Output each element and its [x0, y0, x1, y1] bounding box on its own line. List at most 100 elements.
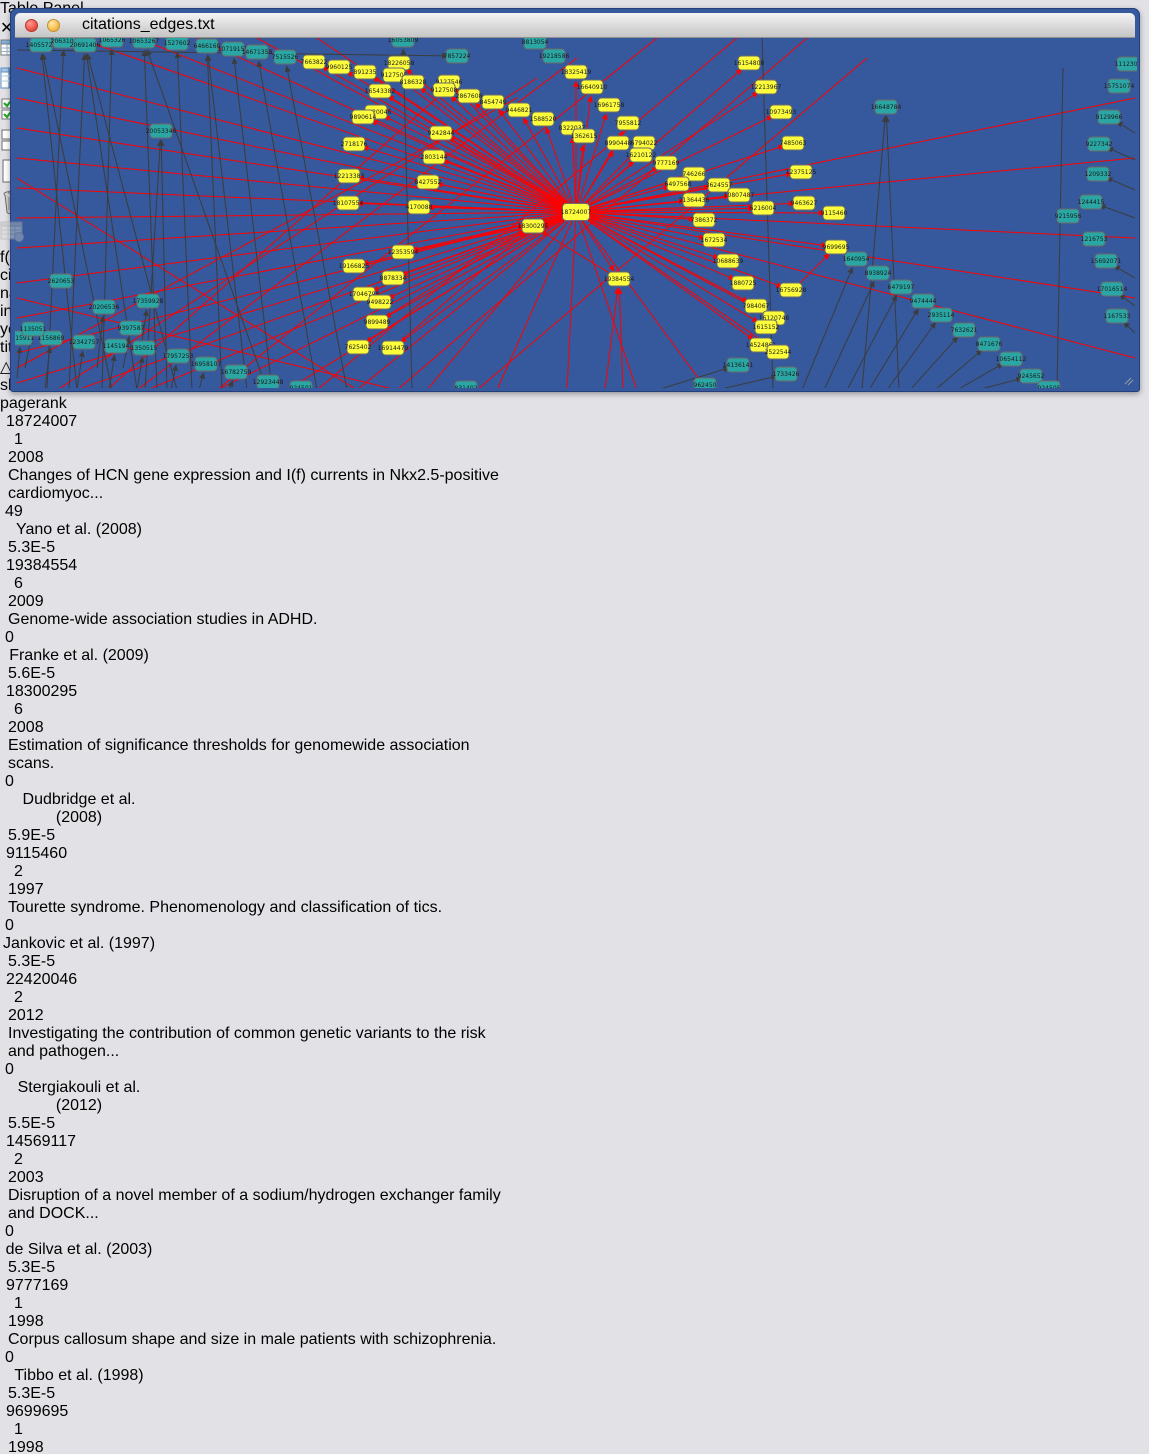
- graph-node[interactable]: 14671358: [242, 45, 273, 59]
- graph-node[interactable]: 7955812: [615, 116, 642, 130]
- graph-node[interactable]: 2867608: [456, 89, 483, 103]
- graph-node[interactable]: 16782759: [221, 365, 252, 379]
- graph-node[interactable]: 17359928: [133, 294, 164, 308]
- graph-node[interactable]: 1615152: [753, 320, 780, 334]
- graph-node[interactable]: 20053346: [146, 124, 177, 138]
- column-header-pagerank[interactable]: pagerank: [0, 395, 124, 413]
- graph-node[interactable]: 1112304: [1115, 57, 1137, 71]
- graph-node[interactable]: 16958107: [191, 357, 222, 371]
- close-window-button[interactable]: [25, 19, 38, 32]
- table-row[interactable]: 1872400712008Changes of HCN gene express…: [0, 413, 1149, 557]
- graph-node[interactable]: 10653267: [129, 38, 160, 48]
- graph-node[interactable]: 7663822: [301, 55, 328, 69]
- graph-node[interactable]: 1880725: [730, 276, 757, 290]
- graph-node[interactable]: 10688639: [713, 254, 744, 268]
- zoom-window-button[interactable]: [69, 19, 82, 32]
- graph-node[interactable]: 12375125: [786, 165, 817, 179]
- graph-node[interactable]: 10973493: [766, 105, 797, 119]
- graph-node[interactable]: 9129966: [1096, 110, 1123, 124]
- graph-node[interactable]: 8471676: [976, 337, 1003, 351]
- table-row[interactable]: 1456911722003Disruption of a novel membe…: [0, 1133, 1149, 1277]
- graph-node[interactable]: 16543382: [365, 84, 396, 98]
- graph-node[interactable]: 1640954: [843, 252, 870, 266]
- graph-node[interactable]: 9498222: [367, 295, 394, 309]
- graph-node[interactable]: 19166825: [339, 259, 370, 273]
- graph-node[interactable]: 9960125: [326, 60, 353, 74]
- network-canvas[interactable]: 1405572420631042069140610653261065326715…: [15, 38, 1135, 393]
- graph-node[interactable]: 1733426: [773, 367, 800, 381]
- graph-node[interactable]: 8427552: [415, 175, 442, 189]
- graph-node[interactable]: 9215956: [1055, 209, 1082, 223]
- graph-node[interactable]: 6216004: [750, 201, 777, 215]
- graph-node[interactable]: 16640910: [577, 80, 608, 94]
- graph-node[interactable]: 7485063: [780, 136, 807, 150]
- graph-node[interactable]: 2803144: [421, 150, 448, 164]
- graph-node[interactable]: 1350515: [131, 341, 158, 355]
- graph-node[interactable]: 6466160: [194, 39, 221, 53]
- graph-node[interactable]: 1065326: [99, 38, 126, 47]
- graph-node[interactable]: 17016514: [1097, 282, 1128, 296]
- graph-node[interactable]: 6497568: [665, 177, 692, 191]
- graph-node[interactable]: 16053809: [388, 38, 419, 47]
- graph-node[interactable]: 17957253: [163, 349, 194, 363]
- graph-node[interactable]: 9899489: [364, 315, 391, 329]
- graph-node[interactable]: 7386372: [691, 213, 718, 227]
- graph-node[interactable]: 1145194: [103, 339, 130, 353]
- graph-node[interactable]: 891235: [354, 65, 377, 79]
- table-row[interactable]: 977716911998Corpus callosum shape and si…: [0, 1277, 1149, 1403]
- graph-node[interactable]: 1209332: [1085, 167, 1112, 181]
- graph-node[interactable]: 14136141: [723, 358, 754, 372]
- graph-node[interactable]: 1672534: [701, 233, 728, 247]
- graph-node[interactable]: 8878334: [380, 271, 407, 285]
- table-row[interactable]: 1830029562008Estimation of significance …: [0, 683, 1149, 845]
- graph-node[interactable]: 16914479: [378, 341, 409, 355]
- graph-node[interactable]: 12353594: [388, 245, 419, 259]
- table-row[interactable]: 2242004622012Investigating the contribut…: [0, 971, 1149, 1133]
- graph-node[interactable]: 7515526: [272, 50, 299, 64]
- graph-node[interactable]: 20691406: [70, 38, 101, 52]
- graph-node[interactable]: 1167533: [1104, 309, 1131, 323]
- graph-node[interactable]: 1216753: [1081, 232, 1108, 246]
- graph-node[interactable]: 4170088: [406, 200, 433, 214]
- graph-node[interactable]: 9127508: [431, 83, 458, 97]
- graph-node[interactable]: 1362615: [571, 129, 598, 143]
- graph-node[interactable]: 12342757: [69, 335, 100, 349]
- graph-node[interactable]: 831402: [455, 381, 478, 388]
- graph-node[interactable]: 2522544: [765, 345, 792, 359]
- graph-node[interactable]: 9446821: [506, 103, 533, 117]
- graph-node[interactable]: 18107554: [333, 196, 364, 210]
- graph-node[interactable]: 9777169: [653, 156, 680, 170]
- graph-node[interactable]: 16154808: [734, 56, 765, 70]
- table-row[interactable]: 911546021997Tourette syndrome. Phenomeno…: [0, 845, 1149, 971]
- graph-node[interactable]: 18300295: [518, 219, 549, 233]
- graph-node[interactable]: 10654112: [996, 352, 1027, 366]
- table-row[interactable]: 969969511998Structural magnetic resonanc…: [0, 1403, 1149, 1454]
- graph-node[interactable]: 924505: [1038, 381, 1061, 388]
- graph-node[interactable]: 9474444: [910, 294, 937, 308]
- graph-node[interactable]: 1135051: [20, 322, 47, 336]
- graph-node[interactable]: 924501: [290, 381, 313, 388]
- graph-node[interactable]: 9699695: [823, 240, 850, 254]
- graph-node[interactable]: 12923448: [253, 375, 284, 388]
- graph-node[interactable]: 16648784: [871, 100, 902, 114]
- graph-node[interactable]: 8938924: [865, 266, 892, 280]
- graph-node[interactable]: 7625402: [345, 340, 372, 354]
- graph-node[interactable]: 2935114: [928, 308, 955, 322]
- graph-node[interactable]: 16756928: [776, 283, 807, 297]
- graph-node[interactable]: 16961758: [594, 98, 625, 112]
- graph-node[interactable]: 15751074: [1104, 79, 1135, 93]
- graph-node[interactable]: 9397587: [118, 321, 145, 335]
- graph-node[interactable]: 9115460: [821, 206, 848, 220]
- graph-node[interactable]: 1527602: [164, 38, 191, 50]
- graph-node[interactable]: 2620653: [48, 274, 75, 288]
- graph-node[interactable]: 2718176: [341, 137, 368, 151]
- graph-node[interactable]: 7857224: [444, 49, 471, 63]
- minimize-window-button[interactable]: [47, 19, 60, 32]
- graph-node[interactable]: 6479197: [888, 280, 915, 294]
- graph-node[interactable]: 18325419: [561, 65, 592, 79]
- graph-node[interactable]: 10807487: [724, 188, 755, 202]
- graph-node[interactable]: 12213383: [334, 169, 365, 183]
- graph-node[interactable]: 19218586: [539, 49, 570, 63]
- graph-node[interactable]: 15692071: [1091, 254, 1122, 268]
- graph-node[interactable]: 9227342: [1086, 137, 1113, 151]
